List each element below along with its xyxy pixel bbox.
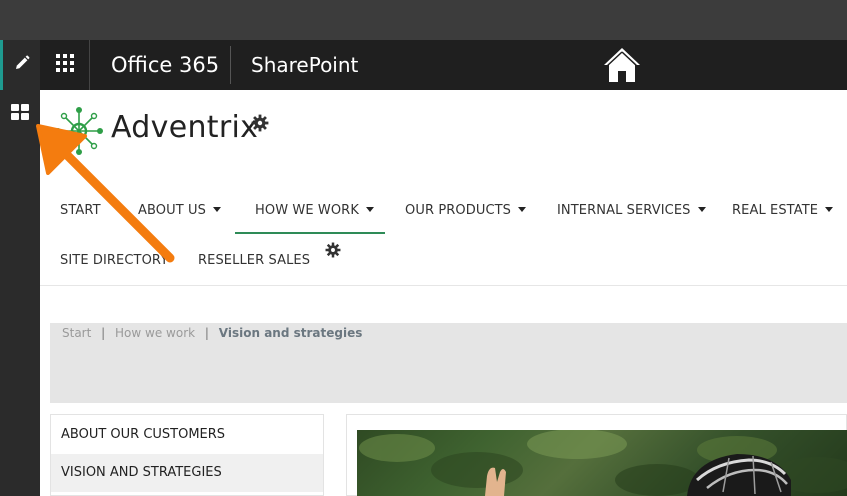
home-button[interactable] (602, 47, 642, 83)
site-logo[interactable] (52, 104, 106, 158)
hero-image (357, 430, 847, 496)
sharepoint-app-link[interactable]: SharePoint (251, 40, 358, 90)
suite-bar: Office 365 SharePoint (0, 40, 847, 90)
app-launcher-button[interactable] (40, 40, 90, 90)
caret-down-icon (518, 207, 527, 212)
breadcrumb-link-how-we-work[interactable]: How we work (115, 326, 195, 340)
caret-down-icon (697, 207, 706, 212)
nav-item-how-we-work[interactable]: HOW WE WORK (255, 203, 374, 223)
breadcrumb-separator: | (101, 326, 106, 340)
caret-down-icon (825, 207, 834, 212)
nav-divider (40, 285, 847, 286)
grid-icon (11, 103, 29, 125)
nav-item-label: RESELLER SALES (198, 253, 311, 268)
nav-item-site-directory[interactable]: SITE DIRECTORY (60, 253, 168, 273)
breadcrumb-separator: | (204, 326, 209, 340)
nav-settings-button[interactable] (325, 242, 341, 263)
caret-down-icon (212, 207, 221, 212)
rail-grid-button[interactable] (0, 100, 40, 128)
site-settings-button[interactable] (251, 114, 269, 137)
gear-icon (251, 114, 269, 136)
nav-item-label: OUR PRODUCTS (405, 203, 512, 218)
office365-brand-link[interactable]: Office 365 (111, 40, 219, 90)
site-title[interactable]: Adventrix (111, 110, 258, 145)
home-icon (602, 48, 642, 87)
nav-item-label: HOW WE WORK (255, 203, 359, 218)
active-nav-underline (235, 232, 385, 234)
nav-item-label: SITE DIRECTORY (60, 253, 169, 268)
caret-down-icon (365, 207, 374, 212)
breadcrumb-link-start[interactable]: Start (62, 326, 91, 340)
breadcrumb-current: Vision and strategies (218, 326, 363, 340)
side-menu-item-about-our-customers[interactable]: ABOUT OUR CUSTOMERS (51, 416, 323, 454)
nav-item-our-products[interactable]: OUR PRODUCTS (405, 203, 527, 223)
nav-item-label: ABOUT US (138, 203, 206, 218)
network-node-icon (52, 107, 106, 162)
side-menu-item-vision-and-strategies[interactable]: VISION AND STRATEGIES (51, 454, 323, 492)
nav-item-label: START (60, 203, 101, 218)
app-launcher-icon (55, 53, 74, 77)
breadcrumb: Start | How we work | Vision and strateg… (62, 326, 362, 340)
browser-top-strip (0, 0, 847, 40)
gear-icon (325, 242, 341, 262)
pencil-icon (13, 54, 31, 77)
nav-item-real-estate[interactable]: REAL ESTATE (732, 203, 834, 223)
nav-item-internal-services[interactable]: INTERNAL SERVICES (557, 203, 706, 223)
nav-item-reseller-sales[interactable]: RESELLER SALES (198, 253, 310, 273)
suite-divider (230, 46, 231, 84)
side-menu: ABOUT OUR CUSTOMERS VISION AND STRATEGIE… (50, 414, 324, 496)
nav-item-about-us[interactable]: ABOUT US (138, 203, 221, 223)
nav-item-label: INTERNAL SERVICES (557, 203, 691, 218)
edit-page-button[interactable] (0, 40, 40, 90)
nav-item-label: REAL ESTATE (732, 203, 819, 218)
left-rail (0, 90, 40, 496)
nav-item-start[interactable]: START (60, 203, 101, 223)
